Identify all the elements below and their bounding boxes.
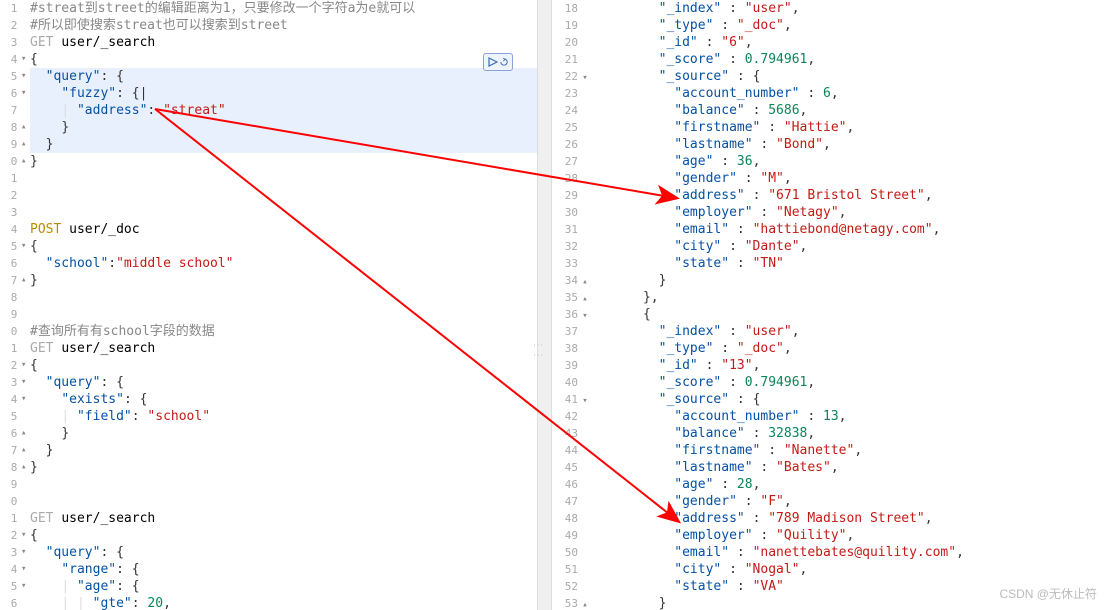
code-line[interactable]: { <box>30 357 537 374</box>
code-line[interactable] <box>30 204 537 221</box>
code-line[interactable]: } <box>30 425 537 442</box>
right-gutter: 1819202122▾232425262728293031323334▴35▴3… <box>552 0 592 610</box>
response-line: "age" : 28, <box>596 476 1111 493</box>
response-line: "_score" : 0.794961, <box>596 51 1111 68</box>
request-code[interactable]: #streat到street的编辑距离为1，只要修改一个字符a为e就可以#所以即… <box>30 0 537 610</box>
code-line[interactable] <box>30 289 537 306</box>
code-line[interactable]: } <box>30 459 537 476</box>
response-line: "_score" : 0.794961, <box>596 374 1111 391</box>
response-pane[interactable]: 1819202122▾232425262728293031323334▴35▴3… <box>552 0 1111 610</box>
response-line: "balance" : 5686, <box>596 102 1111 119</box>
code-line[interactable] <box>30 306 537 323</box>
code-line[interactable]: "query": { <box>30 68 537 85</box>
response-line: "gender" : "F", <box>596 493 1111 510</box>
code-line[interactable] <box>30 493 537 510</box>
response-line: "address" : "671 Bristol Street", <box>596 187 1111 204</box>
response-line: "email" : "hattiebond@netagy.com", <box>596 221 1111 238</box>
code-line[interactable]: #查询所有有school字段的数据 <box>30 323 537 340</box>
split-scrollbar[interactable]: ⋮⋮ <box>538 0 552 610</box>
response-line: "address" : "789 Madison Street", <box>596 510 1111 527</box>
code-line[interactable]: "range": { <box>30 561 537 578</box>
code-line[interactable]: "school":"middle school" <box>30 255 537 272</box>
response-line: "_index" : "user", <box>596 323 1111 340</box>
response-line: "employer" : "Quility", <box>596 527 1111 544</box>
code-line[interactable]: GET user/_search <box>30 34 537 51</box>
left-gutter: 1234▾5▾6▾78▴9▴0▴12345▾67▴89012▾3▾4▾56▴7▴… <box>0 0 28 610</box>
code-line[interactable]: "exists": { <box>30 391 537 408</box>
code-line[interactable]: { <box>30 238 537 255</box>
code-line[interactable]: { <box>30 51 537 68</box>
code-line[interactable]: { <box>30 527 537 544</box>
response-line: }, <box>596 289 1111 306</box>
response-line: "_type" : "_doc", <box>596 17 1111 34</box>
code-line[interactable]: "fuzzy": {| <box>30 85 537 102</box>
code-line[interactable]: } <box>30 153 537 170</box>
response-line: "email" : "nanettebates@quility.com", <box>596 544 1111 561</box>
response-line: { <box>596 306 1111 323</box>
response-line: "firstname" : "Hattie", <box>596 119 1111 136</box>
response-line: "_id" : "13", <box>596 357 1111 374</box>
code-line[interactable]: } <box>30 136 537 153</box>
response-line: "_type" : "_doc", <box>596 340 1111 357</box>
run-button[interactable] <box>483 53 513 71</box>
response-line: "firstname" : "Nanette", <box>596 442 1111 459</box>
response-line: "state" : "TN" <box>596 255 1111 272</box>
code-line[interactable]: } <box>30 442 537 459</box>
response-line: "gender" : "M", <box>596 170 1111 187</box>
code-line[interactable]: } <box>30 272 537 289</box>
code-line[interactable]: GET user/_search <box>30 510 537 527</box>
response-line: "_index" : "user", <box>596 0 1111 17</box>
response-line: "balance" : 32838, <box>596 425 1111 442</box>
response-code: "_index" : "user", "_type" : "_doc", "_i… <box>596 0 1111 610</box>
code-line[interactable]: } <box>30 119 537 136</box>
response-line: "_source" : { <box>596 68 1111 85</box>
code-line[interactable] <box>30 476 537 493</box>
code-line[interactable]: | "address": "streat" <box>30 102 537 119</box>
response-line: } <box>596 272 1111 289</box>
watermark: CSDN @无休止符 <box>999 585 1097 602</box>
response-line: "account_number" : 13, <box>596 408 1111 425</box>
code-line[interactable]: POST user/_doc <box>30 221 537 238</box>
response-line: "_id" : "6", <box>596 34 1111 51</box>
response-line: "age" : 36, <box>596 153 1111 170</box>
code-line[interactable]: #所以即使搜索streat也可以搜索到street <box>30 17 537 34</box>
response-line: "_source" : { <box>596 391 1111 408</box>
response-line: "lastname" : "Bates", <box>596 459 1111 476</box>
code-line[interactable]: GET user/_search <box>30 340 537 357</box>
response-line: "account_number" : 6, <box>596 85 1111 102</box>
code-line[interactable] <box>30 170 537 187</box>
code-line[interactable]: "query": { <box>30 544 537 561</box>
code-line[interactable]: | | "gte": 20, <box>30 595 537 610</box>
drag-handle-icon[interactable]: ⋮⋮ <box>532 340 543 360</box>
code-line[interactable]: #streat到street的编辑距离为1，只要修改一个字符a为e就可以 <box>30 0 537 17</box>
response-line: "employer" : "Netagy", <box>596 204 1111 221</box>
response-line: "lastname" : "Bond", <box>596 136 1111 153</box>
request-editor-pane[interactable]: 1234▾5▾6▾78▴9▴0▴12345▾67▴89012▾3▾4▾56▴7▴… <box>0 0 538 610</box>
code-line[interactable]: "query": { <box>30 374 537 391</box>
code-line[interactable] <box>30 187 537 204</box>
code-line[interactable]: | "age": { <box>30 578 537 595</box>
response-line: "city" : "Nogal", <box>596 561 1111 578</box>
response-line: "city" : "Dante", <box>596 238 1111 255</box>
code-line[interactable]: | "field": "school" <box>30 408 537 425</box>
